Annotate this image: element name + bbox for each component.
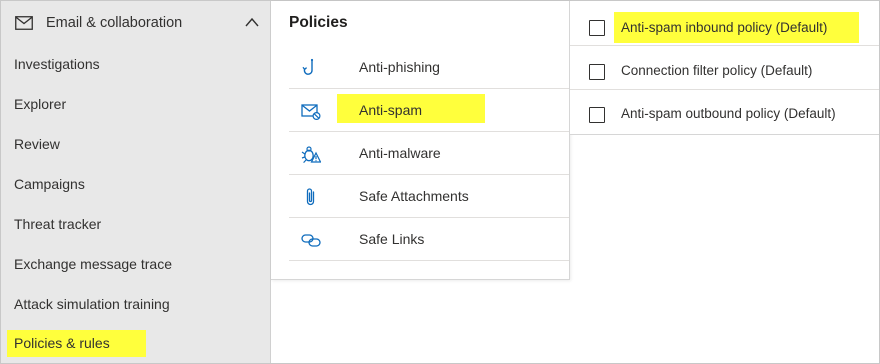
nav-item-label: Exchange message trace [14, 256, 172, 272]
nav-item-attack-simulation-training[interactable]: Attack simulation training [1, 287, 271, 321]
bug-icon [301, 146, 321, 164]
nav-section-label: Email & collaboration [46, 15, 183, 31]
row-checkbox[interactable] [589, 107, 605, 123]
nav-item-review[interactable]: Review [1, 127, 271, 161]
policy-row-inbound[interactable]: Anti-spam inbound policy (Default) [570, 3, 879, 46]
policy-row-outbound[interactable]: Anti-spam outbound policy (Default) [570, 90, 879, 133]
nav-item-threat-tracker[interactable]: Threat tracker [1, 207, 271, 241]
paperclip-icon [306, 188, 315, 206]
policy-item-safe-links[interactable]: Safe Links [289, 218, 569, 261]
nav-item-label: Explorer [14, 96, 67, 112]
policy-item-anti-spam[interactable]: Anti-spam [289, 89, 569, 132]
policy-item-label: Anti-phishing [359, 59, 440, 75]
chevron-up-icon[interactable] [245, 17, 259, 27]
policy-item-label: Safe Links [359, 231, 425, 247]
nav-item-label: Policies & rules [14, 335, 110, 351]
flyout-title: Policies [289, 14, 348, 31]
nav-item-campaigns[interactable]: Campaigns [1, 167, 271, 201]
nav-item-label: Threat tracker [14, 216, 102, 232]
policies-flyout: Policies Anti-phishing Anti-spam Anti-ma… [271, 1, 570, 280]
mail-blocked-icon [301, 104, 321, 121]
policy-row-label: Connection filter policy (Default) [621, 63, 813, 78]
nav-item-label: Review [14, 136, 60, 152]
link-icon [301, 234, 321, 247]
row-checkbox[interactable] [589, 20, 605, 36]
policy-item-anti-malware[interactable]: Anti-malware [289, 132, 569, 175]
anti-spam-policy-list: Anti-spam inbound policy (Default) Conne… [570, 1, 879, 135]
nav-item-label: Attack simulation training [14, 296, 170, 312]
mail-icon [15, 16, 33, 30]
left-navigation: Email & collaboration Investigations Exp… [1, 1, 271, 363]
policy-item-label: Anti-spam [359, 102, 423, 118]
nav-section-email-collaboration[interactable]: Email & collaboration [1, 1, 271, 45]
policy-row-label: Anti-spam outbound policy (Default) [621, 106, 836, 121]
nav-item-explorer[interactable]: Explorer [1, 87, 271, 121]
fishhook-icon [302, 58, 314, 75]
policy-row-label: Anti-spam inbound policy (Default) [621, 20, 828, 35]
policy-item-label: Safe Attachments [359, 188, 469, 204]
row-checkbox[interactable] [589, 64, 605, 80]
policy-item-label: Anti-malware [359, 145, 441, 161]
policy-row-connection-filter[interactable]: Connection filter policy (Default) [570, 47, 879, 90]
nav-item-investigations[interactable]: Investigations [1, 47, 271, 81]
nav-item-policies-rules[interactable]: Policies & rules [1, 330, 271, 364]
nav-item-exchange-message-trace[interactable]: Exchange message trace [1, 247, 271, 281]
nav-item-label: Investigations [14, 56, 100, 72]
policy-item-anti-phishing[interactable]: Anti-phishing [289, 46, 569, 89]
nav-item-label: Campaigns [14, 176, 85, 192]
policy-item-safe-attachments[interactable]: Safe Attachments [289, 175, 569, 218]
